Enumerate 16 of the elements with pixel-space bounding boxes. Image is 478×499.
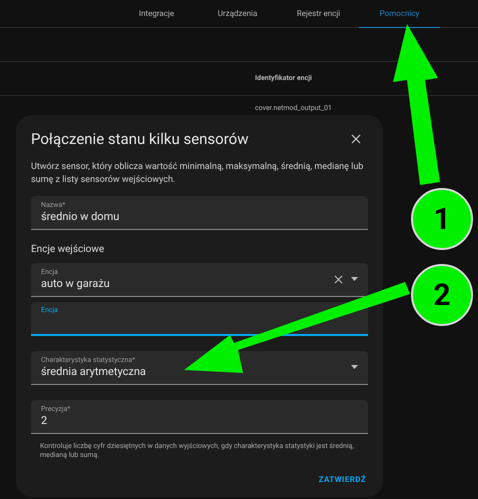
field-value: auto w garażu (41, 276, 111, 290)
submit-button[interactable]: ZATWIERDŹ (316, 474, 368, 486)
field-value: średnia arytmetyczna (41, 364, 147, 378)
tab[interactable]: Urządzenia (197, 0, 278, 28)
dropdown-caret-icon[interactable] (351, 365, 358, 369)
dialog-description: Utwórz sensor, który oblicza wartość minimalną, maksymalną, średnią, medianę lub sumę z listy sensorów wejściowych. (31, 160, 364, 186)
tab[interactable]: Rejestr encji (278, 0, 359, 28)
field-value: 2 (41, 414, 48, 428)
dialog-title: Połączenie stanu kilku sensorów (31, 129, 248, 150)
callout-badge: 1 (411, 188, 473, 250)
section-heading: Encje wejściowe (31, 242, 106, 256)
tab[interactable]: Integracje (116, 0, 197, 28)
close-icon[interactable] (334, 274, 343, 284)
callout-badge: 2 (411, 264, 473, 326)
close-icon[interactable] (351, 134, 361, 144)
field-value: średnio w domu (41, 210, 120, 224)
